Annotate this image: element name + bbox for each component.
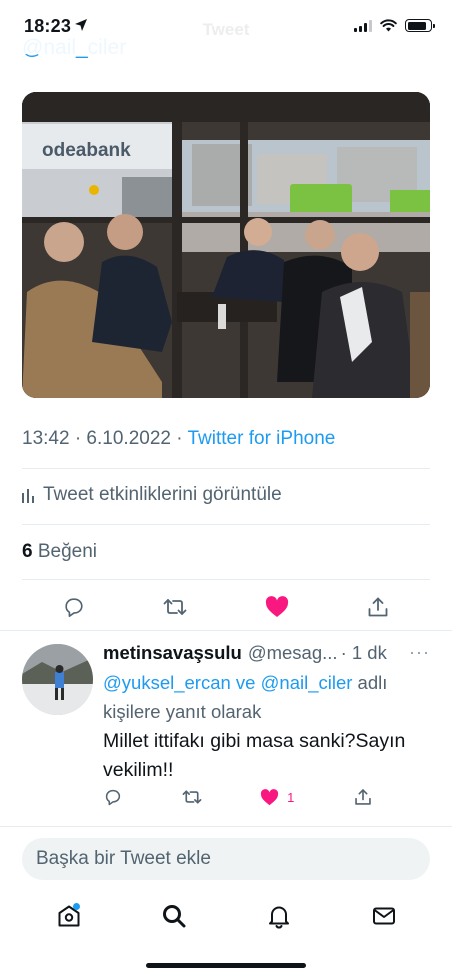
tweet-timestamp: 13:42 · 6.10.2022 ·: [22, 428, 188, 449]
reply-button[interactable]: [103, 787, 123, 807]
bottom-tab-bar: [0, 890, 452, 942]
battery-level: [407, 21, 427, 30]
tweet-activity-label: Tweet etkinliklerini görüntüle: [43, 484, 282, 505]
wifi-icon: [380, 19, 397, 32]
tab-notifications[interactable]: [262, 899, 296, 933]
add-tweet-input[interactable]: Başka bir Tweet ekle: [22, 838, 430, 880]
tweet-actions: [22, 592, 430, 622]
like-icon: [265, 596, 288, 617]
reply-like-count: 1: [287, 789, 295, 805]
reply-button[interactable]: [62, 595, 86, 619]
share-icon: [368, 597, 388, 617]
likes-summary[interactable]: 6 Beğeni: [22, 541, 97, 563]
tweet-source-link[interactable]: Twitter for iPhone: [188, 428, 336, 449]
more-options-icon[interactable]: ···: [409, 642, 430, 663]
retweet-button[interactable]: [163, 595, 187, 619]
like-button[interactable]: [265, 595, 289, 619]
svg-text:odeabank: odeabank: [42, 140, 131, 161]
divider: [0, 630, 452, 631]
share-button[interactable]: [366, 595, 390, 619]
notification-dot: [72, 903, 80, 910]
reply-avatar[interactable]: [22, 644, 93, 715]
reply-handle[interactable]: @mesag...: [248, 642, 338, 664]
mail-icon: [372, 907, 395, 925]
divider: [22, 579, 430, 580]
analytics-icon: [22, 489, 34, 503]
reply-connector: ve: [230, 672, 261, 693]
retweet-icon: [182, 790, 201, 804]
reply-icon: [65, 598, 83, 617]
tab-messages[interactable]: [367, 899, 401, 933]
search-icon: [162, 905, 185, 928]
bell-icon: [268, 906, 289, 929]
mention-link[interactable]: @yuksel_ercan: [103, 672, 231, 693]
reply-icon: [105, 789, 121, 806]
like-label: Beğeni: [32, 541, 98, 562]
reply-actions: 1: [103, 787, 373, 807]
divider: [22, 468, 430, 469]
reply-header: metinsavaşsulu @mesag... · 1 dk: [103, 642, 433, 664]
tweet-photo[interactable]: odeabank: [22, 92, 430, 398]
like-icon: [261, 788, 279, 805]
battery-icon: [405, 19, 435, 32]
share-button[interactable]: [353, 787, 373, 807]
tweet-meta: 13:42 · 6.10.2022 · Twitter for iPhone: [22, 428, 335, 450]
location-arrow-icon: [75, 19, 87, 31]
retweet-button[interactable]: [182, 787, 202, 807]
reply-like-button[interactable]: 1: [260, 788, 295, 806]
compose-placeholder: Başka bir Tweet ekle: [36, 848, 211, 869]
status-bar: Tweet 18:23: [0, 0, 452, 54]
reply-display-name[interactable]: metinsavaşsulu: [103, 642, 242, 664]
like-count: 6: [22, 541, 33, 562]
tab-home[interactable]: [52, 899, 86, 933]
status-time: 18:23: [24, 16, 72, 36]
retweet-icon: [163, 599, 187, 615]
divider: [0, 826, 452, 827]
divider: [22, 524, 430, 525]
tweet-activity-link[interactable]: Tweet etkinliklerini görüntüle: [22, 484, 282, 506]
status-icons: [354, 19, 435, 32]
reply-time: · 1 dk: [340, 642, 387, 663]
mention-link[interactable]: @nail_ciler: [261, 672, 353, 693]
tweet-photo-image: odeabank: [22, 92, 430, 398]
signal-icon: [354, 19, 372, 32]
share-icon: [355, 789, 371, 805]
reply-context: @yuksel_ercan ve @nail_ciler adlı kişile…: [103, 668, 423, 726]
tab-search[interactable]: [157, 899, 191, 933]
reply-text: Millet ittifakı gibi masa sanki?Sayın ve…: [103, 730, 406, 781]
avatar-image: [22, 644, 93, 715]
home-indicator: [146, 963, 306, 968]
